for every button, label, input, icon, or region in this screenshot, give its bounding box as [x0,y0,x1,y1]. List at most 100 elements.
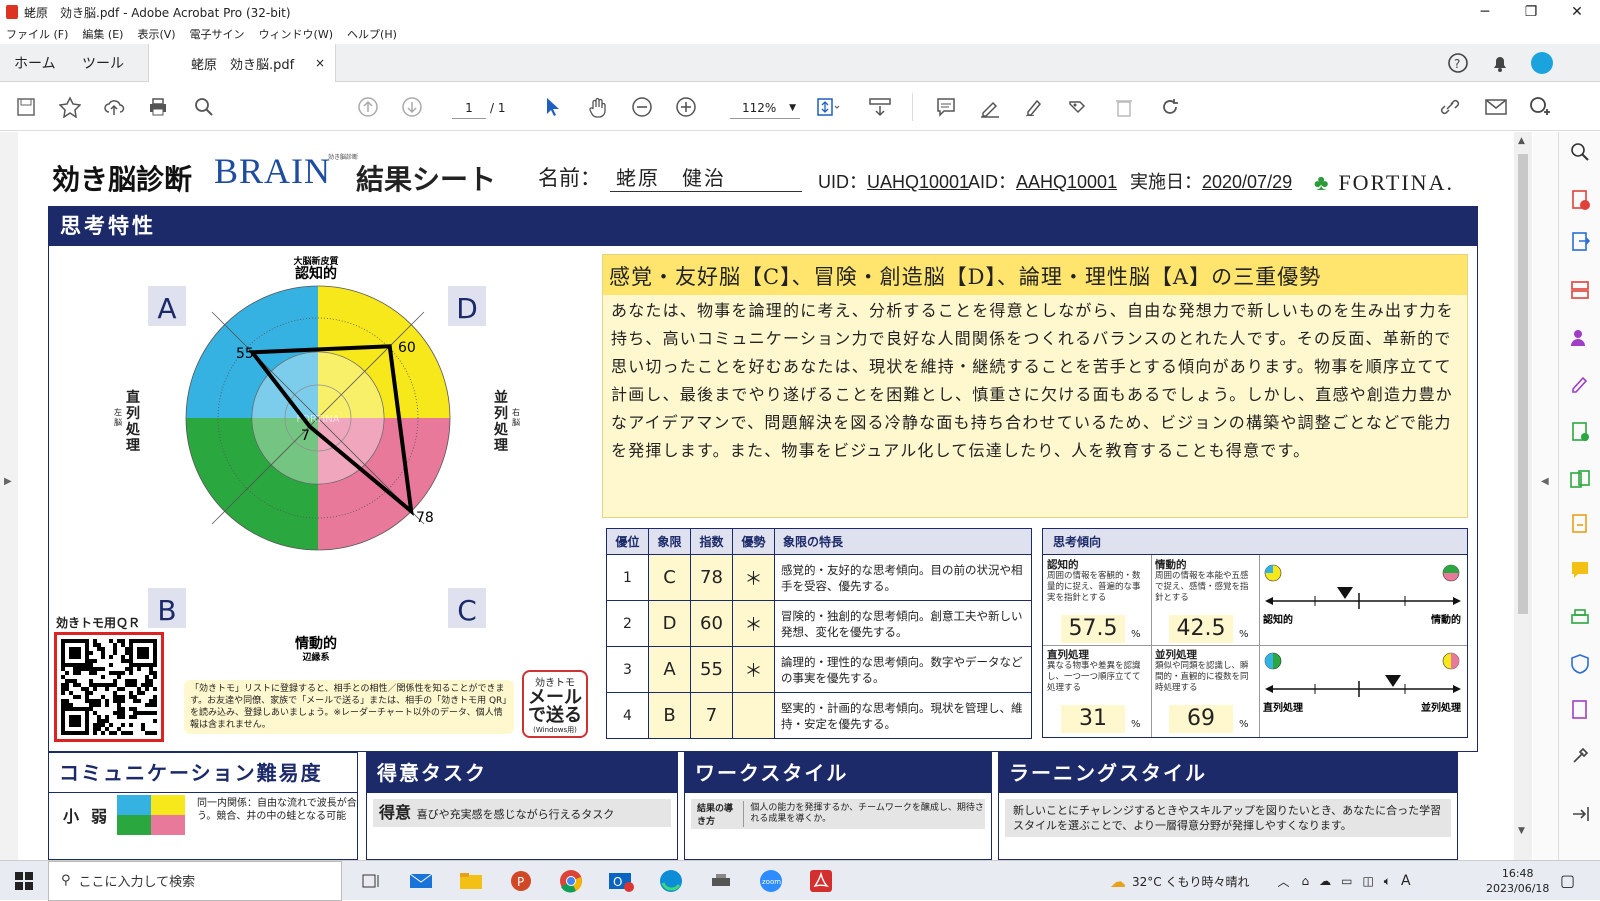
left-panel-toggle[interactable]: ▶ [0,132,18,860]
scrollbar-thumb[interactable] [1518,154,1528,614]
windows-start-icon[interactable] [0,861,48,901]
task-view-icon[interactable] [356,867,386,895]
draw-pen-icon[interactable] [1020,93,1048,121]
menu-edit[interactable]: 編集 (E) [82,26,123,42]
comment-icon[interactable] [932,93,960,121]
pdf-doc-icon[interactable] [1568,698,1592,722]
scroll-up-icon[interactable]: ▲ [1518,136,1525,146]
more-tools-icon[interactable] [1568,744,1592,768]
qr-module [117,671,121,675]
network-icon[interactable]: ⌂ [1301,874,1309,888]
powerpoint-icon[interactable]: P [506,867,536,895]
export-pdf-icon[interactable] [1568,230,1592,254]
protect-shield-icon[interactable] [1568,652,1592,676]
stamp-edit-icon[interactable] [1064,93,1092,121]
menu-help[interactable]: ヘルプ(H) [347,26,397,42]
workstyle-section: ワークスタイル 結果の導き方 個人の能力を発揮するか、チームワークを醸成し、期待… [684,752,992,860]
zoom-level-select[interactable]: 112% ▼ [730,97,800,119]
print-production-icon[interactable] [1568,606,1592,630]
combine-files-icon[interactable] [1568,468,1592,492]
notification-center-icon[interactable]: ▢ [1560,871,1575,890]
svg-text:P: P [517,875,524,889]
request-signature-icon[interactable] [1568,326,1592,350]
delete-trash-icon[interactable] [1110,93,1138,121]
menu-file[interactable]: ファイル (F) [6,26,68,42]
ime-indicator-icon[interactable]: A [1401,873,1411,889]
qr-module [121,639,125,643]
send-mail-button[interactable]: 効きトモ メール で送る (Windows用) [522,670,588,738]
tab-document[interactable]: 蛯原 効き脳.pdf × [148,44,336,82]
printer-app-icon[interactable] [706,867,736,895]
next-page-icon[interactable] [398,93,426,121]
zoom-in-icon[interactable] [672,93,700,121]
mail-app-icon[interactable] [406,867,436,895]
volume-icon[interactable]: 🔈︎ [1384,874,1391,889]
star-bookmark-icon[interactable] [56,93,84,121]
save-icon[interactable] [12,93,40,121]
mail-button-label2: で送る [528,704,582,726]
weather-icon[interactable]: ☁ [1110,872,1126,891]
vertical-scrollbar[interactable]: ▲ ▼ [1514,132,1532,860]
add-user-icon[interactable] [1526,93,1554,121]
menu-esign[interactable]: 電子サイン [190,26,245,42]
organize-pages-icon[interactable] [1568,278,1592,302]
create-pdf-icon[interactable] [1568,188,1592,212]
page-number-input[interactable]: 1 [452,97,486,119]
windows-taskbar: ⚲ ここに入力して検索 P O zoom ☁ 32°C くもり時々晴れ ︿ ⌂ … [0,860,1600,901]
tray-expand-icon[interactable]: ︿ [1277,873,1289,890]
qr-module [73,679,77,683]
minimize-button[interactable]: ─ [1462,0,1508,24]
maximize-button[interactable]: ❐ [1508,0,1554,24]
battery-icon[interactable]: ▭ [1341,874,1352,888]
print-icon[interactable] [144,93,172,121]
bell-icon[interactable] [1488,51,1512,75]
fit-page-icon[interactable] [814,93,842,121]
sheet-title-left: 効き脳診断 [52,163,193,196]
qr-module [97,647,101,651]
close-tab-icon[interactable]: × [315,56,325,70]
qr-module [117,707,121,711]
close-window-button[interactable]: ✕ [1554,0,1600,24]
chrome-icon[interactable] [556,867,586,895]
cloud-sync-icon[interactable]: ☁ [1319,874,1331,888]
help-icon[interactable]: ? [1446,51,1470,75]
share-file-icon[interactable] [1568,512,1592,536]
taskbar-search-input[interactable]: ⚲ ここに入力して検索 [48,860,342,901]
value-c: 78 [416,510,434,526]
qr-module [61,703,65,707]
zoom-magnifier-icon[interactable] [1568,140,1592,164]
edge-icon[interactable] [656,867,686,895]
value-d: 60 [398,340,416,356]
weather-text[interactable]: 32°C くもり時々晴れ [1132,873,1249,890]
wifi-icon[interactable]: ◫ [1362,874,1373,888]
qr-code[interactable] [54,632,164,742]
zoom-out-icon[interactable] [628,93,656,121]
comment-tool-icon[interactable] [1568,558,1592,582]
fill-sign-icon[interactable] [1568,372,1592,396]
rotate-icon[interactable] [1156,93,1184,121]
tab-tools[interactable]: ツール [82,53,124,73]
email-icon[interactable] [1482,93,1510,121]
highlight-pen-icon[interactable] [976,93,1004,121]
zoom-app-icon[interactable]: zoom [756,867,786,895]
qr-label: 効きトモ用ＱＲ [56,616,141,630]
acrobat-app-icon[interactable] [806,867,836,895]
panel-exit-icon[interactable] [1568,802,1592,826]
scroll-down-icon[interactable]: ▼ [1518,826,1525,836]
upload-cloud-icon[interactable] [100,93,128,121]
account-avatar-icon[interactable] [1530,51,1554,75]
tab-home[interactable]: ホーム [14,53,56,73]
taskbar-clock[interactable]: 16:48 2023/06/18 [1486,866,1549,896]
edit-pdf-icon[interactable] [1568,420,1592,444]
search-zoom-icon[interactable] [190,93,218,121]
hand-tool-icon[interactable] [584,93,612,121]
collapse-panel-toggle[interactable]: ◀ [1533,132,1558,860]
share-link-icon[interactable] [1436,93,1464,121]
select-cursor-icon[interactable] [538,93,566,121]
outlook-icon[interactable]: O [606,867,636,895]
menu-window[interactable]: ウィンドウ(W) [259,26,333,42]
file-explorer-icon[interactable] [456,867,486,895]
prev-page-icon[interactable] [354,93,382,121]
menu-view[interactable]: 表示(V) [137,26,175,42]
scroll-mode-icon[interactable] [866,93,894,121]
